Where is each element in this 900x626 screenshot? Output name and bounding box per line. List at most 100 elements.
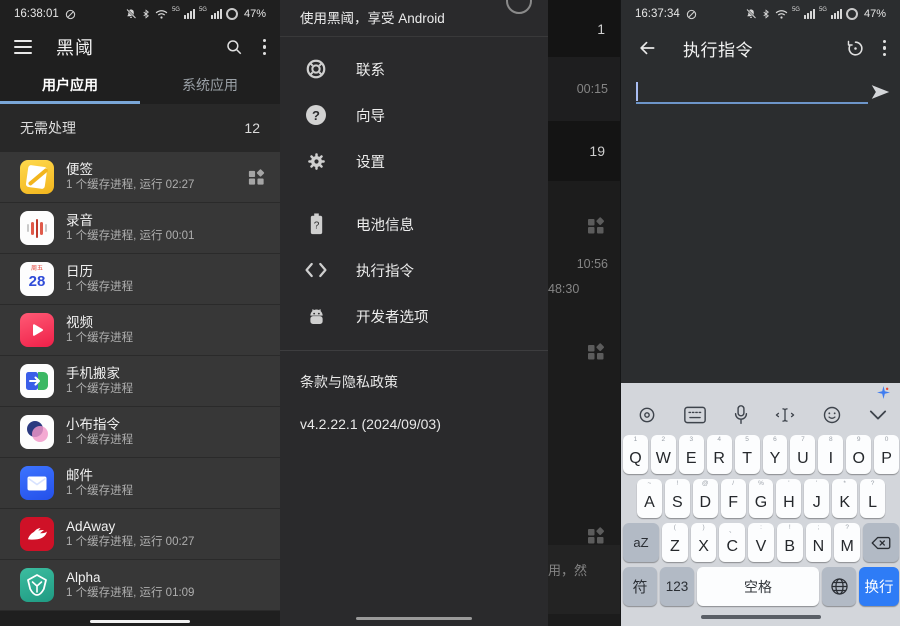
- globe-key[interactable]: [822, 567, 856, 606]
- ime-logo-icon: [877, 386, 890, 399]
- symbols-key[interactable]: 符: [623, 567, 657, 606]
- keyboard-key[interactable]: 6 Y: [763, 435, 788, 474]
- send-button[interactable]: [867, 80, 893, 104]
- app-version: v4.2.22.1 (2024/09/03): [300, 416, 548, 432]
- collapse-keyboard-icon[interactable]: [869, 409, 887, 421]
- drawer-screen: 使用黑阈，享受 Android 联系 ? 向导 设置 ?: [280, 0, 620, 626]
- battery-percent: 47%: [864, 8, 886, 20]
- keyboard-key[interactable]: % G: [749, 479, 774, 518]
- app-row-notes[interactable]: 便签 1 个缓存进程, 运行 02:27: [0, 152, 280, 203]
- terms-privacy-link[interactable]: 条款与隐私政策: [300, 372, 548, 392]
- battery-ring-icon: [226, 8, 238, 20]
- menu-label: 开发者选项: [356, 306, 429, 327]
- space-key[interactable]: 空格: [697, 567, 819, 606]
- app-name: 手机搬家: [66, 365, 266, 382]
- overflow-menu-icon[interactable]: [261, 37, 269, 58]
- app-status: 1 个缓存进程, 运行 00:01: [66, 229, 266, 244]
- backspace-key[interactable]: [863, 523, 899, 562]
- menu-item-developer-options[interactable]: 开发者选项: [280, 293, 548, 339]
- adaway-icon: [20, 517, 54, 551]
- gesture-bar[interactable]: [701, 615, 821, 619]
- menu-hamburger-icon[interactable]: [14, 40, 32, 54]
- keyboard-key[interactable]: ) X: [691, 523, 717, 562]
- shift-key[interactable]: aZ: [623, 523, 659, 562]
- keyboard-key[interactable]: ! S: [665, 479, 690, 518]
- background-time: 00:15: [577, 82, 608, 96]
- menu-item-settings[interactable]: 设置: [280, 138, 548, 184]
- keyboard-key[interactable]: 3 E: [679, 435, 704, 474]
- gesture-bar[interactable]: [90, 620, 190, 624]
- section-header[interactable]: 无需处理 12: [0, 104, 280, 152]
- gesture-bar[interactable]: [356, 617, 472, 621]
- menu-item-battery-info[interactable]: ? 电池信息: [280, 201, 548, 247]
- history-icon[interactable]: [846, 39, 865, 58]
- wifi-icon: [155, 9, 168, 20]
- numbers-key[interactable]: 123: [660, 567, 694, 606]
- mic-icon[interactable]: [733, 405, 749, 425]
- app-bar-right: 执行指令: [621, 28, 900, 68]
- keyboard-key[interactable]: 9 O: [846, 435, 871, 474]
- keyboard-key[interactable]: 5 T: [735, 435, 760, 474]
- keyboard-key[interactable]: 4 R: [707, 435, 732, 474]
- background-time: 48:30: [548, 282, 579, 296]
- app-row-alpha[interactable]: Alpha 1 个缓存进程, 运行 01:09: [0, 560, 280, 611]
- keyboard-key[interactable]: : V: [748, 523, 774, 562]
- notes-icon: [20, 160, 54, 194]
- soft-keyboard: 1 Q 2 W 3 E 4 R: [621, 383, 900, 626]
- keyboard-key[interactable]: ; N: [806, 523, 832, 562]
- menu-item-contact[interactable]: 联系: [280, 46, 548, 92]
- code-brackets-icon: [304, 261, 328, 279]
- menu-item-guide[interactable]: ? 向导: [280, 92, 548, 138]
- keyboard-key[interactable]: ? L: [860, 479, 885, 518]
- keyboard-key[interactable]: 8 I: [818, 435, 843, 474]
- keyboard-key[interactable]: ? M: [834, 523, 860, 562]
- keyboard-key[interactable]: ( Z: [662, 523, 688, 562]
- keyboard-icon[interactable]: [684, 406, 706, 424]
- app-row-mail[interactable]: 邮件 1 个缓存进程: [0, 458, 280, 509]
- back-arrow-icon[interactable]: [637, 38, 657, 58]
- app-row-adaway[interactable]: AdAway 1 个缓存进程, 运行 00:27: [0, 509, 280, 560]
- keyboard-key[interactable]: * K: [832, 479, 857, 518]
- app-row-recorder[interactable]: 录音 1 个缓存进程, 运行 00:01: [0, 203, 280, 254]
- tab-system-apps[interactable]: 系统应用: [140, 66, 280, 104]
- android-robot-icon: [304, 306, 328, 327]
- video-icon: [20, 313, 54, 347]
- background-partial-text: 用，然: [548, 560, 587, 579]
- background-count: 1: [597, 21, 620, 37]
- keyboard-key[interactable]: ~ A: [637, 479, 662, 518]
- signal-bars-icon: [184, 9, 195, 19]
- keyboard-key[interactable]: 、 C: [719, 523, 745, 562]
- keyboard-key[interactable]: 7 U: [790, 435, 815, 474]
- command-input[interactable]: [636, 80, 868, 104]
- keyboard-key[interactable]: @ D: [693, 479, 718, 518]
- keyboard-key[interactable]: ' J: [804, 479, 829, 518]
- app-row-video[interactable]: 视频 1 个缓存进程: [0, 305, 280, 356]
- app-row-breeno[interactable]: 小布指令 1 个缓存进程: [0, 407, 280, 458]
- keyboard-key[interactable]: 1 Q: [623, 435, 648, 474]
- key-row-4: 符 123 空格 换行: [623, 567, 899, 606]
- app-row-phone-clone[interactable]: 手机搬家 1 个缓存进程: [0, 356, 280, 407]
- text-cursor-icon[interactable]: [775, 406, 795, 424]
- signal-bars-icon: [804, 9, 815, 19]
- enter-key[interactable]: 换行: [859, 567, 899, 606]
- search-icon[interactable]: [225, 38, 243, 56]
- recorder-icon: [20, 211, 54, 245]
- keyboard-key[interactable]: 0 P: [874, 435, 899, 474]
- tab-user-apps[interactable]: 用户应用: [0, 66, 140, 104]
- keyboard-key[interactable]: ' H: [776, 479, 801, 518]
- keyboard-key[interactable]: / F: [721, 479, 746, 518]
- target-icon[interactable]: [637, 405, 657, 425]
- tab-bar: 用户应用 系统应用: [0, 66, 280, 104]
- app-status: 1 个缓存进程: [66, 382, 266, 397]
- app-name: 视频: [66, 314, 266, 331]
- keyboard-key[interactable]: ! B: [777, 523, 803, 562]
- menu-item-execute-command[interactable]: 执行指令: [280, 247, 548, 293]
- app-row-calendar[interactable]: 周五 28 日历 1 个缓存进程: [0, 254, 280, 305]
- network-type-label: 5G: [199, 7, 207, 13]
- breeno-icon: [20, 415, 54, 449]
- keyboard-key[interactable]: 2 W: [651, 435, 676, 474]
- emoji-icon[interactable]: [822, 405, 842, 425]
- alpha-magisk-icon: [20, 568, 54, 602]
- app-status: 1 个缓存进程: [66, 484, 266, 499]
- overflow-menu-icon[interactable]: [881, 38, 889, 59]
